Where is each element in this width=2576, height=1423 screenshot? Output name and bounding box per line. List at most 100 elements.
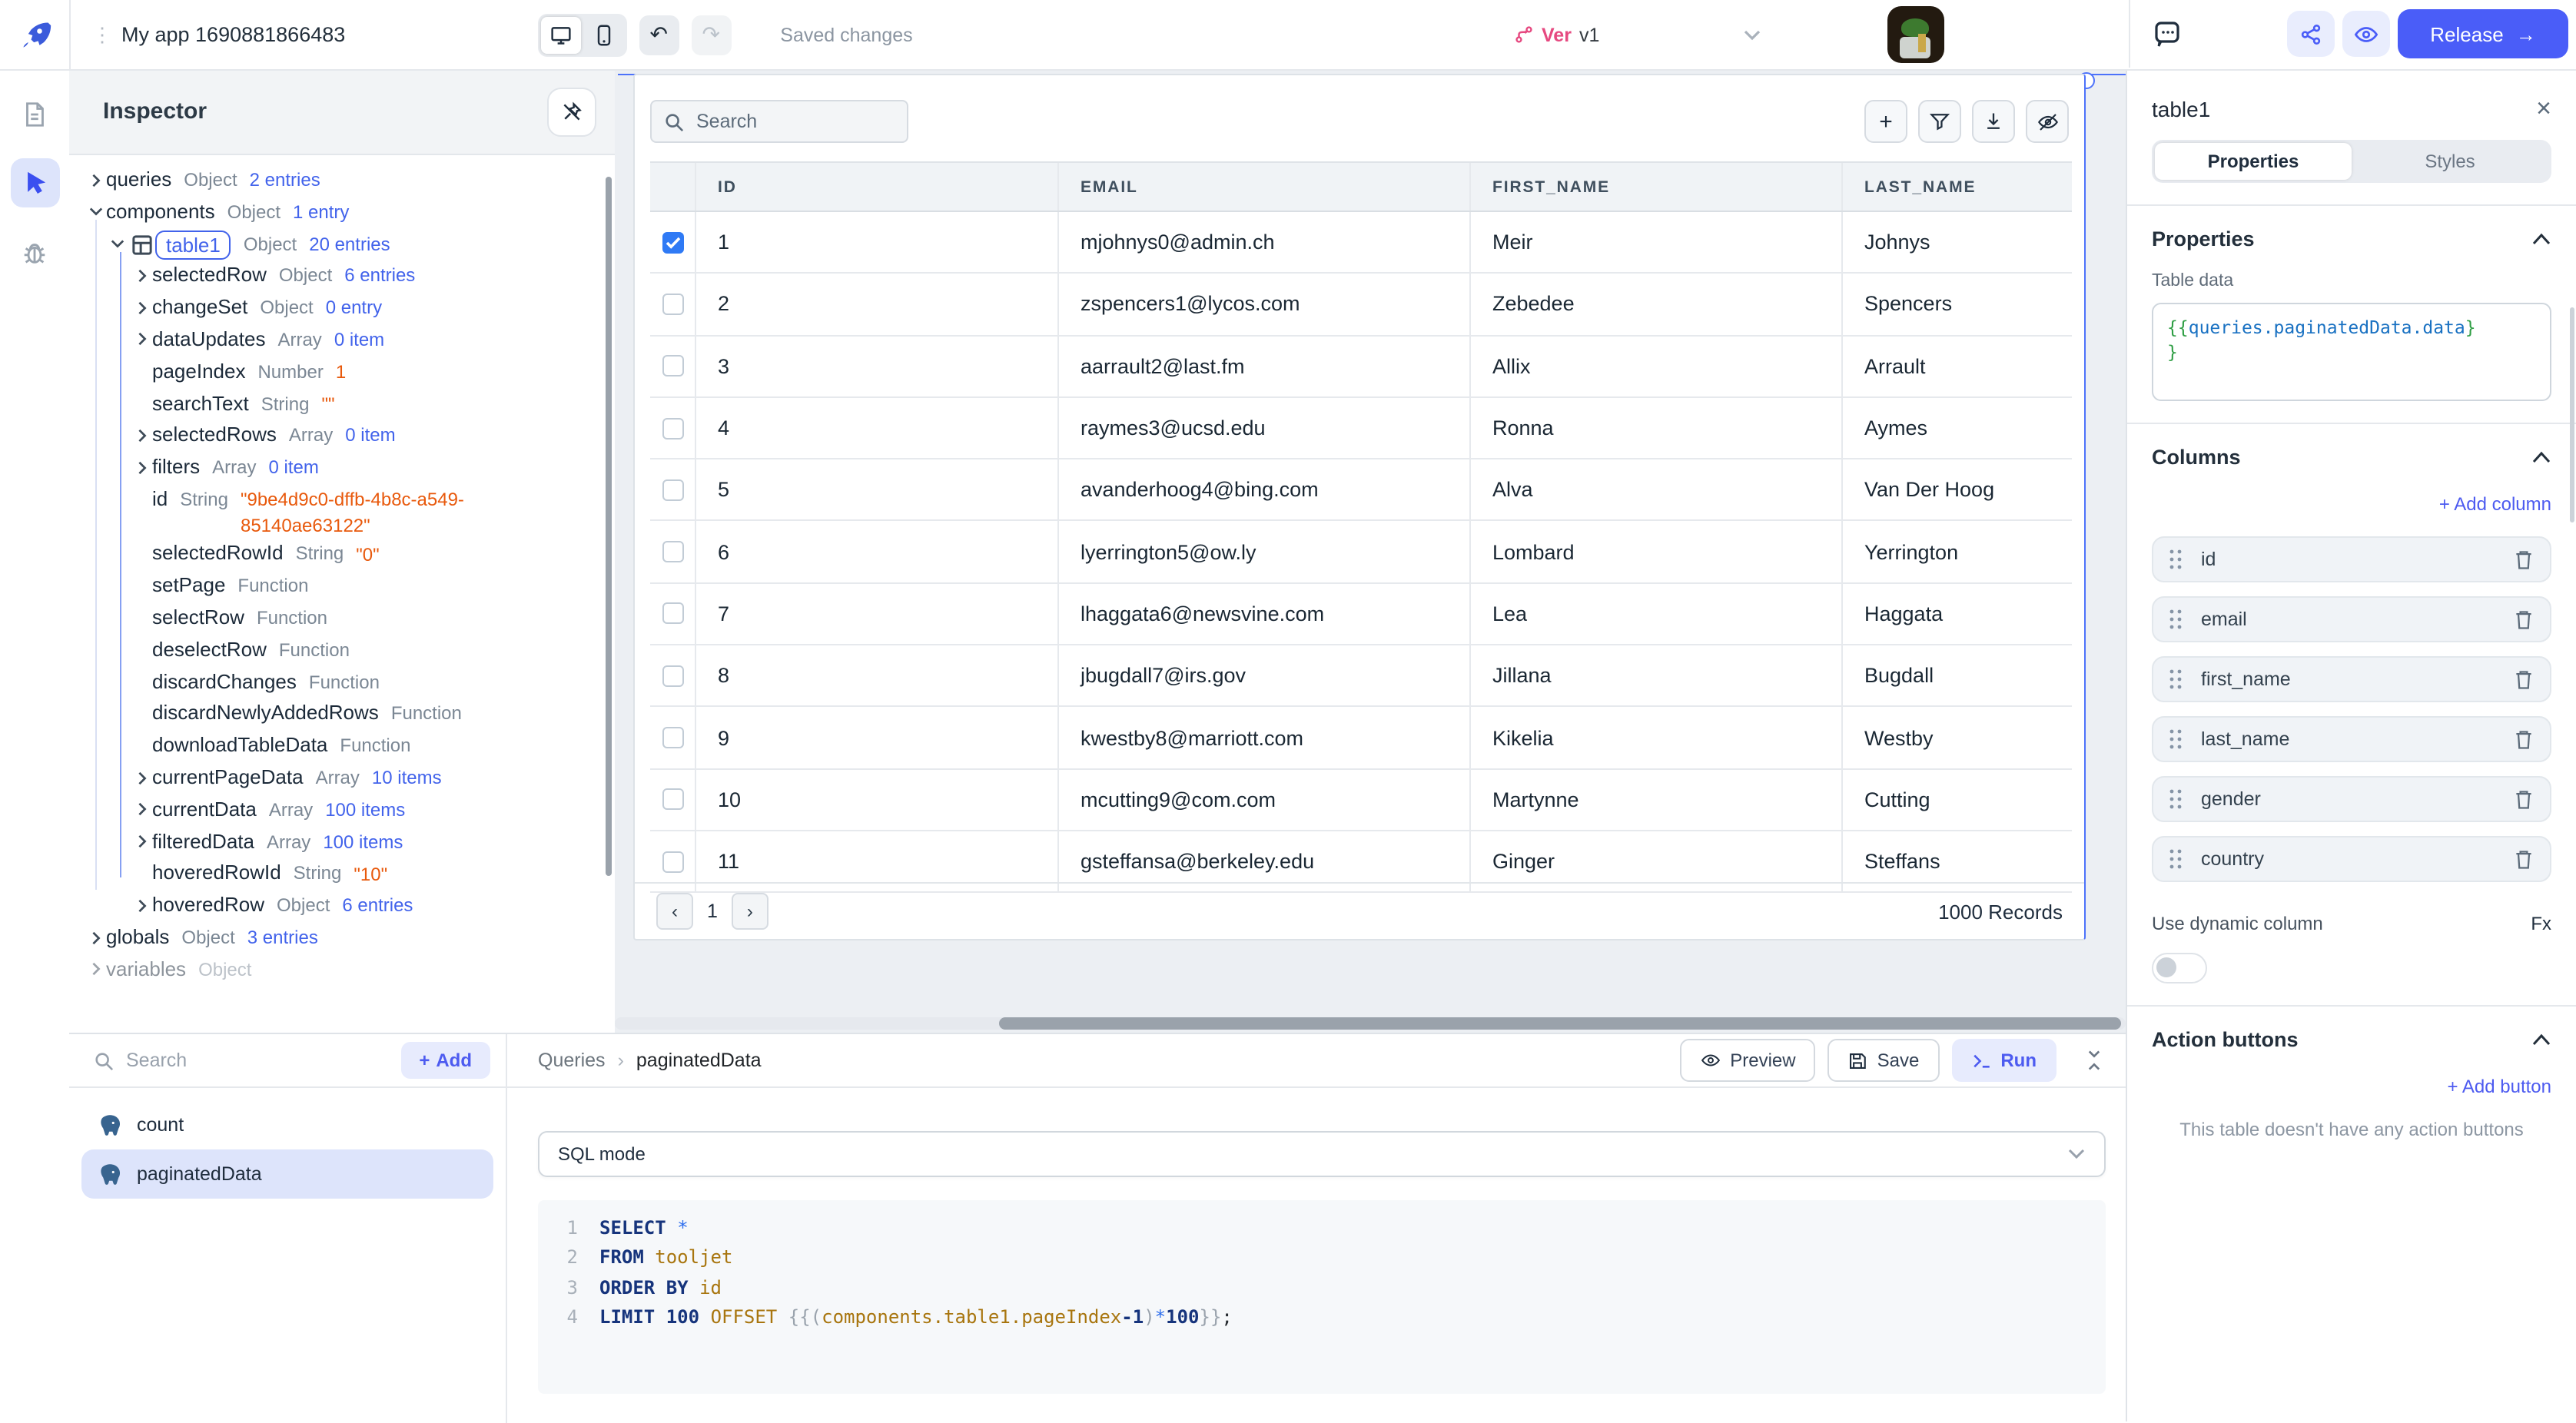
row-checkbox[interactable] bbox=[662, 231, 683, 253]
cell-email[interactable]: lyerrington5@ow.ly bbox=[1059, 522, 1471, 582]
cell-last-name[interactable]: Haggata bbox=[1843, 584, 2072, 645]
row-checkbox[interactable] bbox=[662, 665, 683, 686]
scrollbar-thumb[interactable] bbox=[999, 1017, 2121, 1030]
chevron-up-icon[interactable] bbox=[2531, 450, 2551, 464]
query-item-paginatedData[interactable]: paginatedData bbox=[81, 1149, 493, 1199]
tree-item-id[interactable]: idString"9be4d9c0-dffb-4b8c-a549-85140ae… bbox=[69, 484, 615, 539]
app-title[interactable]: My app 1690881866483 bbox=[121, 23, 345, 46]
cell-id[interactable]: 5 bbox=[696, 459, 1059, 520]
table-row[interactable]: 9kwestby8@marriott.comKikeliaWestby bbox=[650, 708, 2072, 770]
chevron-up-icon[interactable] bbox=[2531, 1033, 2551, 1047]
chevron-icon[interactable] bbox=[131, 452, 152, 474]
table-search[interactable] bbox=[650, 100, 908, 143]
drag-handle-icon[interactable] bbox=[2169, 788, 2183, 810]
tree-item-pageIndex[interactable]: pageIndexNumber1 bbox=[69, 357, 615, 389]
row-checkbox[interactable] bbox=[662, 727, 683, 748]
tab-styles[interactable]: Styles bbox=[2352, 143, 2548, 180]
column-header-last_name[interactable]: LAST_NAME bbox=[1843, 163, 2072, 211]
row-checkbox-cell[interactable] bbox=[650, 522, 696, 582]
tree-item-discardChanges[interactable]: discardChangesFunction bbox=[69, 666, 615, 698]
cell-id[interactable]: 6 bbox=[696, 522, 1059, 582]
tree-item-changeSet[interactable]: changeSetObject0 entry bbox=[69, 292, 615, 324]
tree-item-currentData[interactable]: currentDataArray100 items bbox=[69, 794, 615, 827]
table-row[interactable]: 6lyerrington5@ow.lyLombardYerrington bbox=[650, 522, 2072, 584]
run-button[interactable]: Run bbox=[1951, 1039, 2056, 1082]
row-checkbox-cell[interactable] bbox=[650, 459, 696, 520]
download-button[interactable] bbox=[1972, 100, 2015, 143]
code-line[interactable]: 2FROM tooljet bbox=[538, 1244, 2106, 1274]
add-row-button[interactable]: + bbox=[1864, 100, 1907, 143]
close-icon[interactable]: × bbox=[2536, 98, 2551, 120]
sql-mode-select[interactable]: SQL mode bbox=[538, 1131, 2106, 1177]
row-checkbox[interactable] bbox=[662, 417, 683, 439]
canvas-horizontal-scrollbar[interactable] bbox=[615, 1017, 2126, 1030]
tree-item-table1[interactable]: table1Object20 entries bbox=[69, 228, 615, 260]
row-checkbox-cell[interactable] bbox=[650, 212, 696, 273]
tree-item-dataUpdates[interactable]: dataUpdatesArray0 item bbox=[69, 324, 615, 357]
pages-button[interactable] bbox=[10, 89, 59, 138]
comments-button[interactable] bbox=[2152, 18, 2183, 49]
column-item-id[interactable]: id bbox=[2152, 536, 2551, 582]
cell-last-name[interactable]: Westby bbox=[1843, 708, 2072, 768]
trash-icon[interactable] bbox=[2513, 608, 2535, 631]
table-row[interactable]: 7lhaggata6@newsvine.comLeaHaggata bbox=[650, 584, 2072, 646]
query-search-input[interactable] bbox=[123, 1048, 391, 1073]
inspector-button[interactable] bbox=[10, 158, 59, 207]
tree-item-queries[interactable]: queriesObject2 entries bbox=[69, 164, 615, 197]
chevron-icon[interactable] bbox=[131, 420, 152, 443]
breadcrumb-current[interactable]: paginatedData bbox=[636, 1050, 762, 1071]
prev-page-button[interactable]: ‹ bbox=[656, 893, 693, 930]
cell-last-name[interactable]: Cutting bbox=[1843, 769, 2072, 830]
chevron-up-icon[interactable] bbox=[2531, 232, 2551, 246]
add-column-button[interactable]: + Add column bbox=[2152, 493, 2551, 515]
chevron-icon[interactable] bbox=[131, 324, 152, 347]
tab-properties[interactable]: Properties bbox=[2155, 143, 2352, 180]
column-item-last_name[interactable]: last_name bbox=[2152, 716, 2551, 762]
cell-email[interactable]: jbugdall7@irs.gov bbox=[1059, 645, 1471, 706]
chevron-icon[interactable] bbox=[131, 292, 152, 314]
code-line[interactable]: 3ORDER BY id bbox=[538, 1273, 2106, 1303]
debugger-button[interactable] bbox=[10, 227, 59, 277]
preview-button[interactable]: Preview bbox=[1679, 1039, 1815, 1082]
cell-email[interactable]: aarrault2@last.fm bbox=[1059, 336, 1471, 396]
cell-email[interactable]: zspencers1@lycos.com bbox=[1059, 274, 1471, 335]
table-row[interactable]: 3aarrault2@last.fmAllixArrault bbox=[650, 336, 2072, 398]
cell-id[interactable]: 1 bbox=[696, 212, 1059, 273]
row-checkbox-cell[interactable] bbox=[650, 336, 696, 396]
table-row[interactable]: 4raymes3@ucsd.eduRonnaAymes bbox=[650, 398, 2072, 460]
tree-item-selectedRows[interactable]: selectedRowsArray0 item bbox=[69, 420, 615, 453]
column-header-first_name[interactable]: FIRST_NAME bbox=[1471, 163, 1843, 211]
column-item-country[interactable]: country bbox=[2152, 836, 2551, 882]
chevron-icon[interactable] bbox=[131, 260, 152, 283]
row-checkbox[interactable] bbox=[662, 541, 683, 562]
chevron-icon[interactable] bbox=[85, 922, 106, 944]
table-row[interactable]: 2zspencers1@lycos.comZebedeeSpencers bbox=[650, 274, 2072, 337]
cell-first-name[interactable]: Jillana bbox=[1471, 645, 1843, 706]
row-checkbox-cell[interactable] bbox=[650, 708, 696, 768]
row-checkbox[interactable] bbox=[662, 479, 683, 501]
query-item-count[interactable]: count bbox=[81, 1100, 493, 1149]
column-item-first_name[interactable]: first_name bbox=[2152, 656, 2551, 702]
row-checkbox[interactable] bbox=[662, 789, 683, 811]
column-header-email[interactable]: EMAIL bbox=[1059, 163, 1471, 211]
row-checkbox-cell[interactable] bbox=[650, 398, 696, 459]
trash-icon[interactable] bbox=[2513, 847, 2535, 871]
redo-button[interactable]: ↷ bbox=[691, 15, 731, 55]
cell-id[interactable]: 4 bbox=[696, 398, 1059, 459]
cell-email[interactable]: kwestby8@marriott.com bbox=[1059, 708, 1471, 768]
drag-handle-icon[interactable] bbox=[2169, 728, 2183, 750]
row-checkbox[interactable] bbox=[662, 603, 683, 625]
cell-id[interactable]: 10 bbox=[696, 769, 1059, 830]
cell-first-name[interactable]: Lea bbox=[1471, 584, 1843, 645]
chevron-icon[interactable] bbox=[85, 954, 106, 977]
row-checkbox-cell[interactable] bbox=[650, 645, 696, 706]
table-row[interactable]: 8jbugdall7@irs.govJillanaBugdall bbox=[650, 645, 2072, 708]
table-search-input[interactable] bbox=[693, 109, 884, 134]
add-action-button[interactable]: + Add button bbox=[2152, 1076, 2551, 1097]
trash-icon[interactable] bbox=[2513, 728, 2535, 751]
column-item-email[interactable]: email bbox=[2152, 596, 2551, 642]
table-row[interactable]: 1mjohnys0@admin.chMeirJohnys bbox=[650, 212, 2072, 274]
cell-first-name[interactable]: Alva bbox=[1471, 459, 1843, 520]
column-item-gender[interactable]: gender bbox=[2152, 776, 2551, 822]
cell-last-name[interactable]: Van Der Hoog bbox=[1843, 459, 2072, 520]
